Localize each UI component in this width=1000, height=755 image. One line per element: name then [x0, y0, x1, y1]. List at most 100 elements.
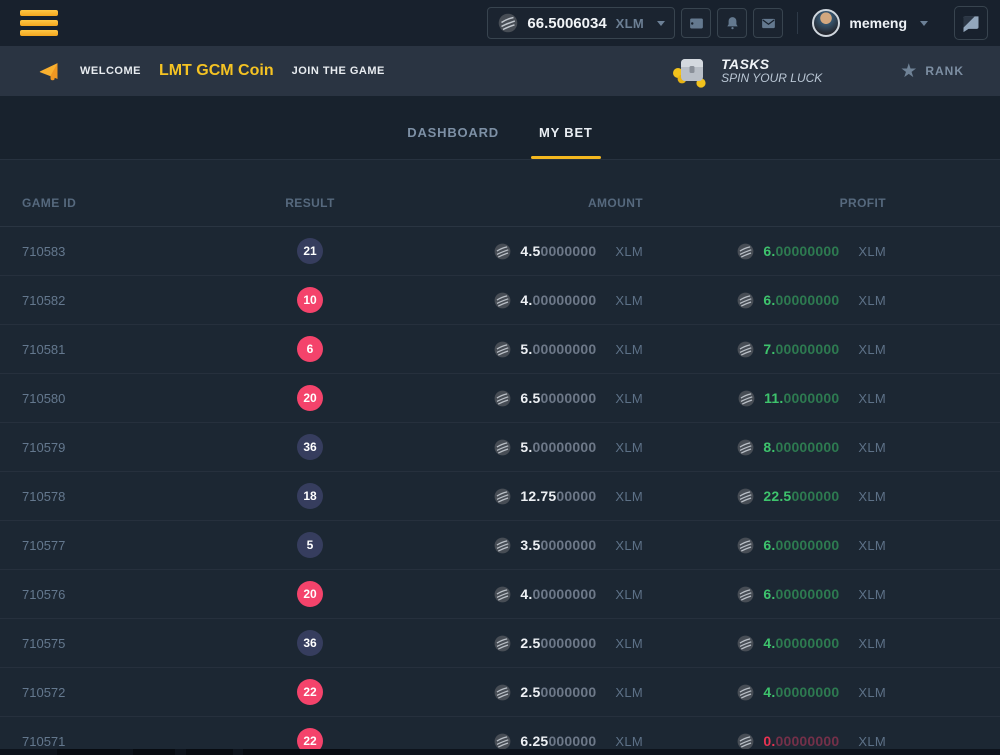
result-badge: 22 [297, 679, 323, 705]
amount-currency: XLM [615, 587, 643, 602]
username: memeng [849, 15, 907, 31]
wallet-button[interactable] [681, 8, 711, 38]
xlm-coin-icon [494, 586, 511, 603]
table-row: 710583 21 4.50000000 XLM [0, 227, 1000, 276]
topbar: 66.5006034 XLM memeng [0, 0, 1000, 46]
footer-strip [0, 749, 1000, 755]
game-id: 710580 [0, 391, 285, 406]
amount-currency: XLM [615, 440, 643, 455]
table-row: 710572 22 2.50000000 XLM [0, 668, 1000, 717]
xlm-coin-icon [494, 292, 511, 309]
xlm-coin-icon [494, 488, 511, 505]
notifications-button[interactable] [717, 8, 747, 38]
promo-coin-name: LMT GCM Coin [159, 62, 274, 80]
profit-value: 22.5000000 [763, 488, 839, 504]
profit-cell: 22.5000000 XLM [643, 488, 886, 505]
amount-currency: XLM [615, 342, 643, 357]
tasks-chest-icon [671, 53, 711, 89]
profit-value: 0.00000000 [763, 733, 839, 749]
amount-value: 5.00000000 [520, 341, 596, 357]
profit-currency: XLM [858, 440, 886, 455]
amount-value: 6.25000000 [520, 733, 596, 749]
result-badge: 20 [297, 581, 323, 607]
announcement-banner: WELCOME LMT GCM Coin JOIN THE GAME TASKS… [0, 46, 1000, 96]
game-id: 710576 [0, 587, 285, 602]
table-row: 710579 36 5.00000000 XLM [0, 423, 1000, 472]
xlm-coin-icon [494, 537, 511, 554]
profit-value: 6.00000000 [763, 292, 839, 308]
xlm-coin-icon [737, 488, 754, 505]
xlm-coin-icon [494, 439, 511, 456]
chat-toggle-button[interactable] [954, 6, 988, 40]
hamburger-menu-icon[interactable] [20, 10, 58, 36]
profit-currency: XLM [858, 685, 886, 700]
profit-value: 6.00000000 [763, 243, 839, 259]
chat-icon [961, 13, 981, 33]
amount-currency: XLM [615, 244, 643, 259]
amount-value: 4.00000000 [520, 292, 596, 308]
wallet-icon [688, 15, 705, 32]
table-row: 710582 10 4.00000000 XLM [0, 276, 1000, 325]
user-menu[interactable]: memeng [812, 9, 928, 37]
result-badge: 18 [297, 483, 323, 509]
xlm-coin-icon [494, 684, 511, 701]
amount-value: 4.00000000 [520, 586, 596, 602]
tab-dashboard[interactable]: DASHBOARD [405, 125, 501, 159]
game-id: 710571 [0, 734, 285, 749]
balance-currency: XLM [616, 16, 644, 31]
messages-button[interactable] [753, 8, 783, 38]
rank-label: RANK [925, 64, 964, 78]
game-id: 710575 [0, 636, 285, 651]
xlm-coin-icon [737, 341, 754, 358]
profit-currency: XLM [858, 734, 886, 749]
amount-value: 2.50000000 [520, 635, 596, 651]
star-icon: ★ [900, 62, 917, 81]
amount-currency: XLM [615, 538, 643, 553]
profit-cell: 6.00000000 XLM [643, 243, 886, 260]
xlm-coin-icon [737, 684, 754, 701]
mail-icon [760, 15, 777, 32]
profit-cell: 6.00000000 XLM [643, 292, 886, 309]
rank-widget[interactable]: ★ RANK [900, 62, 964, 81]
welcome-prefix: WELCOME [80, 65, 141, 77]
amount-cell: 4.50000000 XLM [335, 243, 643, 260]
amount-cell: 6.50000000 XLM [335, 390, 643, 407]
game-id: 710582 [0, 293, 285, 308]
tasks-subtitle: SPIN YOUR LUCK [721, 72, 822, 86]
game-id: 710577 [0, 538, 285, 553]
amount-currency: XLM [615, 293, 643, 308]
amount-value: 4.50000000 [520, 243, 596, 259]
profit-currency: XLM [858, 636, 886, 651]
xlm-coin-icon [494, 390, 511, 407]
profit-value: 6.00000000 [763, 537, 839, 553]
game-id: 710579 [0, 440, 285, 455]
bet-table-header: GAME ID RESULT AMOUNT PROFIT [0, 160, 1000, 227]
xlm-coin-icon [494, 243, 511, 260]
profit-value: 4.00000000 [763, 635, 839, 651]
amount-cell: 5.00000000 XLM [335, 341, 643, 358]
profit-currency: XLM [858, 587, 886, 602]
amount-currency: XLM [615, 734, 643, 749]
result-badge: 21 [297, 238, 323, 264]
xlm-coin-icon [494, 733, 511, 750]
result-badge: 36 [297, 630, 323, 656]
result-badge: 36 [297, 434, 323, 460]
profit-cell: 7.00000000 XLM [643, 341, 886, 358]
profit-cell: 11.0000000 XLM [643, 390, 886, 407]
tasks-widget[interactable]: TASKS SPIN YOUR LUCK [671, 53, 822, 89]
xlm-coin-icon [737, 292, 754, 309]
bell-icon [724, 15, 741, 32]
result-badge: 5 [297, 532, 323, 558]
amount-value: 3.50000000 [520, 537, 596, 553]
game-id: 710583 [0, 244, 285, 259]
table-row: 710577 5 3.50000000 XLM [0, 521, 1000, 570]
profit-currency: XLM [858, 489, 886, 504]
balance-dropdown[interactable]: 66.5006034 XLM [487, 7, 675, 39]
tasks-title: TASKS [721, 56, 822, 72]
amount-value: 12.7500000 [520, 488, 596, 504]
header-game-id: GAME ID [0, 196, 285, 210]
table-row: 710578 18 12.7500000 XLM [0, 472, 1000, 521]
profit-value: 11.0000000 [764, 390, 839, 406]
profit-cell: 0.00000000 XLM [643, 733, 886, 750]
tab-my-bet[interactable]: MY BET [537, 125, 595, 159]
